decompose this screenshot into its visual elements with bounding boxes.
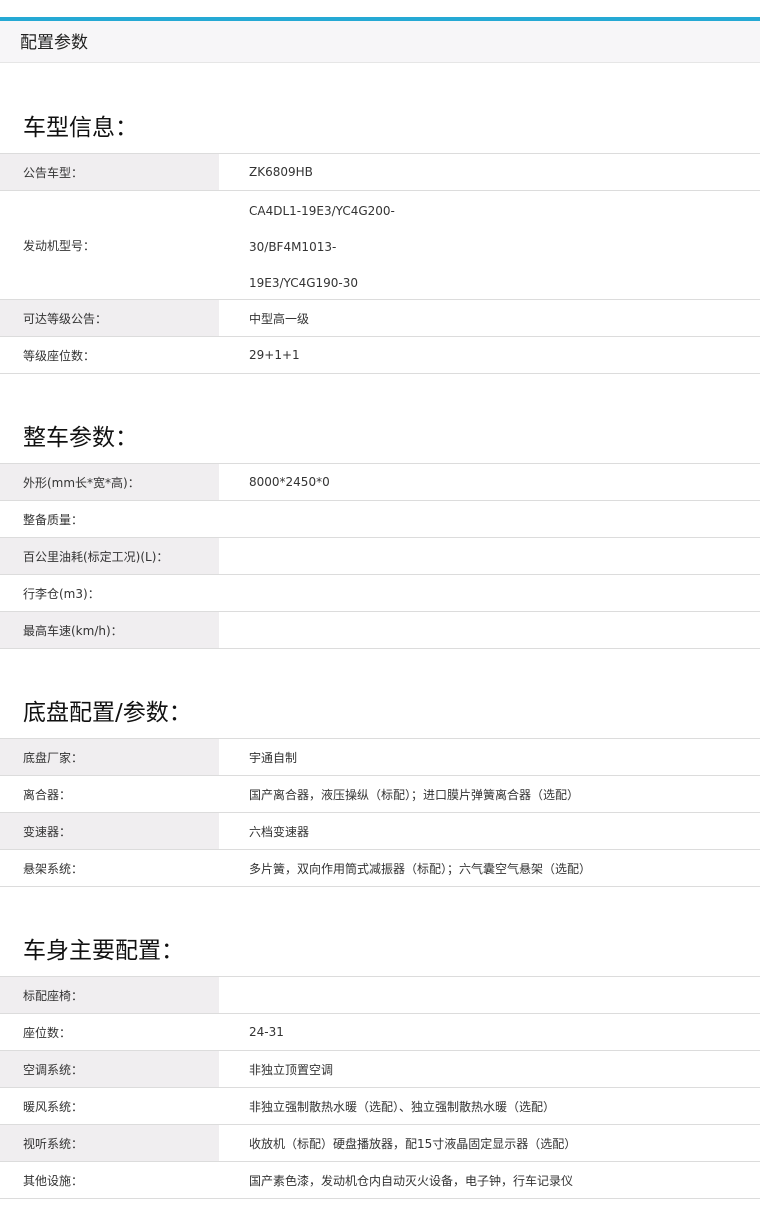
page-title: 配置参数 <box>20 33 88 53</box>
spec-value-line: 30/BF4M1013- <box>249 240 337 254</box>
spec-row: 座位数： 24-31 <box>0 1014 760 1051</box>
spec-row: 可达等级公告： 中型高一级 <box>0 300 760 337</box>
spec-value: 非独立强制散热水暖（选配）、独立强制散热水暖（选配） <box>249 1099 556 1114</box>
spec-value <box>219 977 760 1013</box>
spec-value: ZK6809HB <box>249 165 313 179</box>
spec-label: 最高车速(km/h)： <box>0 612 219 648</box>
spec-row: 空调系统： 非独立顶置空调 <box>0 1051 760 1088</box>
section-title-body-config: 车身主要配置： <box>0 887 760 977</box>
spec-label: 离合器： <box>23 787 72 802</box>
spec-label: 其他设施： <box>23 1173 84 1188</box>
spec-label: 底盘厂家： <box>0 739 219 775</box>
section-title-chassis: 底盘配置/参数： <box>0 649 760 739</box>
spec-row: 底盘厂家： 宇通自制 <box>0 739 760 776</box>
spec-label: 暖风系统： <box>23 1099 84 1114</box>
spec-value <box>219 575 760 611</box>
spec-value: 六档变速器 <box>249 824 310 839</box>
spec-value: 24-31 <box>249 1025 284 1039</box>
section-title-vehicle-info: 车型信息： <box>0 63 760 154</box>
section-title-vehicle-params: 整车参数： <box>0 374 760 464</box>
spec-table-body-config: 标配座椅： 座位数： 24-31 空调系统： 非独立顶置空调 暖风系统： 非独立… <box>0 977 760 1199</box>
spec-label: 座位数： <box>23 1025 72 1040</box>
spec-value-line: CA4DL1-19E3/YC4G200- <box>249 204 395 218</box>
spec-value: 宇通自制 <box>249 750 298 765</box>
spec-value: 收放机（标配）硬盘播放器，配15寸液晶固定显示器（选配） <box>249 1136 577 1151</box>
spec-row: 发动机型号： CA4DL1-19E3/YC4G200- 30/BF4M1013-… <box>0 191 760 300</box>
spec-table-vehicle-params: 外形(mm长*宽*高)： 8000*2450*0 整备质量： 百公里油耗(标定工… <box>0 464 760 649</box>
spec-table-chassis: 底盘厂家： 宇通自制 离合器： 国产离合器，液压操纵（标配）；进口膜片弹簧离合器… <box>0 739 760 887</box>
spec-value: 国产离合器，液压操纵（标配）；进口膜片弹簧离合器（选配） <box>249 787 580 802</box>
spec-value: 多片簧，双向作用筒式减振器（标配）；六气囊空气悬架（选配） <box>249 861 592 876</box>
spec-value: 国产素色漆，发动机仓内自动灭火设备，电子钟，行车记录仪 <box>249 1173 574 1188</box>
spec-value: 8000*2450*0 <box>249 475 330 489</box>
spec-value: 29+1+1 <box>249 348 300 362</box>
spec-label: 空调系统： <box>0 1051 219 1087</box>
spec-row: 变速器： 六档变速器 <box>0 813 760 850</box>
spec-label: 整备质量： <box>23 512 84 527</box>
spec-row: 最高车速(km/h)： <box>0 612 760 649</box>
spec-row: 视听系统： 收放机（标配）硬盘播放器，配15寸液晶固定显示器（选配） <box>0 1125 760 1162</box>
spec-row: 其他设施： 国产素色漆，发动机仓内自动灭火设备，电子钟，行车记录仪 <box>0 1162 760 1199</box>
spec-table-vehicle-info: 公告车型： ZK6809HB 发动机型号： CA4DL1-19E3/YC4G20… <box>0 154 760 374</box>
spec-row: 百公里油耗(标定工况)(L)： <box>0 538 760 575</box>
spec-value: 非独立顶置空调 <box>249 1062 334 1077</box>
spec-row: 等级座位数： 29+1+1 <box>0 337 760 374</box>
spec-value <box>219 501 760 537</box>
spec-row: 行李仓(m3)： <box>0 575 760 612</box>
spec-label: 外形(mm长*宽*高)： <box>0 464 219 500</box>
spec-label: 悬架系统： <box>23 861 84 876</box>
spec-label: 公告车型： <box>0 154 219 190</box>
spec-value: 中型高一级 <box>249 311 310 326</box>
page-header: 配置参数 <box>0 21 760 63</box>
spec-row: 标配座椅： <box>0 977 760 1014</box>
spec-row: 暖风系统： 非独立强制散热水暖（选配）、独立强制散热水暖（选配） <box>0 1088 760 1125</box>
spec-label: 视听系统： <box>0 1125 219 1161</box>
spec-row: 悬架系统： 多片簧，双向作用筒式减振器（标配）；六气囊空气悬架（选配） <box>0 850 760 887</box>
spec-label: 百公里油耗(标定工况)(L)： <box>0 538 219 574</box>
spec-row: 整备质量： <box>0 501 760 538</box>
spec-label: 标配座椅： <box>0 977 219 1013</box>
spec-row: 公告车型： ZK6809HB <box>0 154 760 191</box>
spec-label: 行李仓(m3)： <box>23 586 100 601</box>
spec-row: 外形(mm长*宽*高)： 8000*2450*0 <box>0 464 760 501</box>
spec-value <box>219 538 760 574</box>
spec-value <box>219 612 760 648</box>
spec-label: 可达等级公告： <box>0 300 219 336</box>
spec-label: 发动机型号： <box>23 238 96 253</box>
spec-row: 离合器： 国产离合器，液压操纵（标配）；进口膜片弹簧离合器（选配） <box>0 776 760 813</box>
spec-value: CA4DL1-19E3/YC4G200- 30/BF4M1013- 19E3/Y… <box>219 191 760 299</box>
spec-label: 变速器： <box>0 813 219 849</box>
spec-label: 等级座位数： <box>23 348 96 363</box>
